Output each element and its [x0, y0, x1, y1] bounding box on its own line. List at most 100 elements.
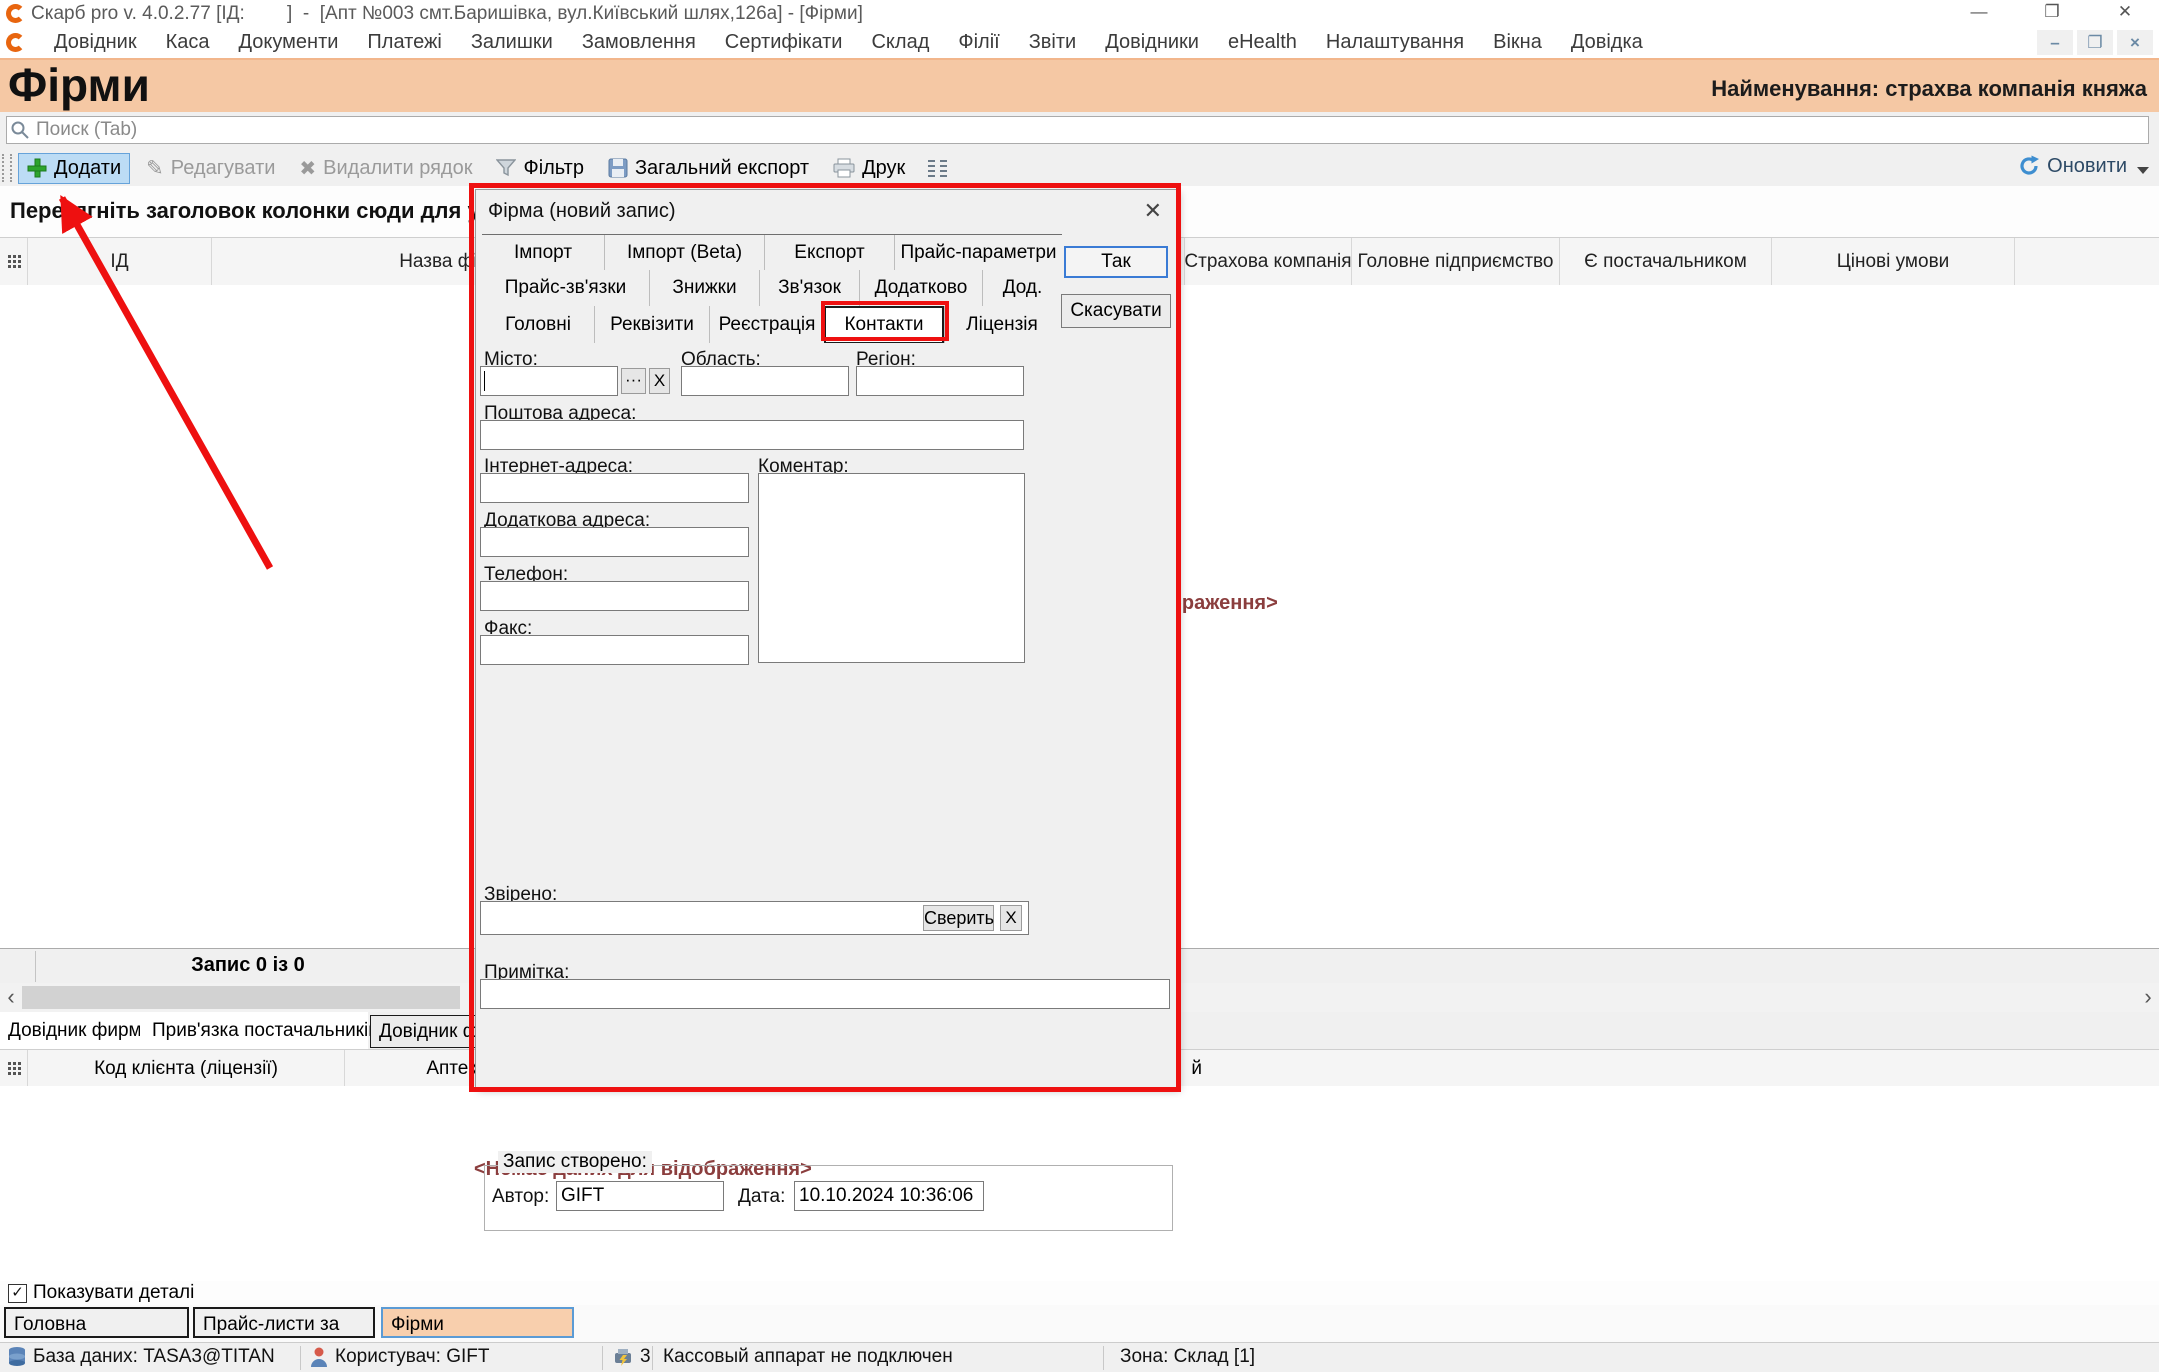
- column-header-price-terms[interactable]: Цінові умови: [1772, 238, 2015, 286]
- menu-dovidnyk[interactable]: Довідник: [54, 31, 137, 54]
- tab-dovidnyk-fir[interactable]: Довідник фір: [370, 1015, 488, 1048]
- show-details-checkbox[interactable]: ✓: [8, 1284, 27, 1303]
- postal-address-input[interactable]: [480, 420, 1024, 450]
- window-tab-holovna[interactable]: Головна: [4, 1307, 189, 1338]
- edit-button[interactable]: ✎ Редагувати: [138, 153, 283, 184]
- city-clear-button[interactable]: X: [649, 368, 670, 394]
- menu-sertyfikaty[interactable]: Сертифікати: [725, 31, 843, 54]
- restore-icon[interactable]: ❐: [2035, 2, 2069, 22]
- close-icon[interactable]: ✕: [2108, 2, 2142, 22]
- tab-price-params[interactable]: Прайс-параметри: [894, 235, 1062, 271]
- menu-ehealth[interactable]: eHealth: [1228, 31, 1297, 54]
- tab-rekvizyty[interactable]: Реквізити: [594, 306, 709, 344]
- column-header-insurance[interactable]: Страхова компанія: [1185, 238, 1352, 286]
- search-input[interactable]: [34, 118, 2148, 142]
- cancel-button[interactable]: Скасувати: [1061, 294, 1171, 328]
- tab-connection[interactable]: Зв'язок: [759, 270, 859, 306]
- grid-corner-cell[interactable]: [0, 238, 28, 286]
- verify-button[interactable]: Сверить: [923, 905, 994, 931]
- mdi-minimize-icon[interactable]: –: [2037, 30, 2073, 55]
- menu-zamovlennya[interactable]: Замовлення: [582, 31, 696, 54]
- note-input[interactable]: [480, 979, 1170, 1009]
- phone-input[interactable]: [480, 581, 749, 611]
- oblast-input[interactable]: [681, 366, 849, 396]
- add-button[interactable]: Додати: [18, 153, 130, 184]
- mdi-close-icon[interactable]: ×: [2117, 30, 2153, 55]
- menu-dovidnyky[interactable]: Довідники: [1105, 31, 1199, 54]
- show-details-row: ✓ Показувати деталі: [0, 1281, 2159, 1305]
- menu-nalashtuvannya[interactable]: Налаштування: [1326, 31, 1464, 54]
- menu-dovidka[interactable]: Довідка: [1571, 31, 1643, 54]
- minimize-icon[interactable]: —: [1962, 2, 1996, 22]
- edit-button-label: Редагувати: [171, 157, 276, 180]
- tab-dovidnyk-firm[interactable]: Довідник фирм.: [0, 1012, 140, 1049]
- scroll-left-icon[interactable]: ‹: [0, 983, 22, 1012]
- detail-grid-corner-cell[interactable]: [0, 1050, 28, 1087]
- tab-import-beta[interactable]: Імпорт (Beta): [604, 235, 764, 271]
- comment-textarea[interactable]: [758, 473, 1025, 663]
- tab-import[interactable]: Імпорт: [482, 235, 604, 271]
- region-input[interactable]: [856, 366, 1024, 396]
- page-header: Фірми Найменування: страхва компанія кня…: [0, 58, 2159, 114]
- menu-zvity[interactable]: Звіти: [1029, 31, 1076, 54]
- tab-additional[interactable]: Додатково: [859, 270, 982, 306]
- contacts-tab-panel: Місто: ··· X Область: Регіон: Поштова ад…: [476, 343, 1176, 1089]
- tab-price-links[interactable]: Прайс-зв'язки: [482, 270, 649, 306]
- menu-zalyshky[interactable]: Залишки: [471, 31, 553, 54]
- menu-vikna[interactable]: Вікна: [1493, 31, 1542, 54]
- status-separator: [652, 1346, 653, 1370]
- extra-address-input[interactable]: [480, 527, 749, 557]
- tab-kontakty[interactable]: Контакти: [824, 306, 944, 344]
- tab-suppliers-binding[interactable]: Прив'язка постачальників: [140, 1012, 368, 1049]
- menu-dokumenty[interactable]: Документи: [239, 31, 339, 54]
- author-input[interactable]: [556, 1181, 724, 1211]
- column-header-client-code[interactable]: Код клієнта (ліцензії): [28, 1050, 345, 1087]
- window-title: Скарб pro v. 4.0.2.77 [ІД: ] - [Апт №003…: [31, 3, 863, 25]
- menu-kasa[interactable]: Каса: [166, 31, 210, 54]
- dialog-tab-row-1: Імпорт Імпорт (Beta) Експорт Прайс-парам…: [482, 234, 1062, 272]
- column-header-is-supplier[interactable]: Є постачальником: [1560, 238, 1772, 286]
- columns-icon[interactable]: [925, 158, 951, 178]
- column-header-empty[interactable]: [2015, 238, 2159, 286]
- tab-litsenziya[interactable]: Ліцензія: [944, 306, 1059, 344]
- window-tab-price-lists[interactable]: Прайс-листи за рівн ...: [193, 1307, 375, 1338]
- refresh-button[interactable]: Оновити: [2017, 154, 2149, 178]
- verify-clear-button[interactable]: X: [1000, 905, 1022, 931]
- pencil-icon: ✎: [146, 156, 164, 181]
- mdi-restore-icon[interactable]: ❐: [2077, 30, 2113, 55]
- chevron-down-icon[interactable]: [2137, 167, 2149, 174]
- filter-button[interactable]: Фільтр: [488, 154, 591, 183]
- filter-funnel-icon: [496, 159, 516, 177]
- status-count-label: 3: [640, 1346, 651, 1368]
- city-input[interactable]: [480, 366, 618, 396]
- status-separator: [300, 1346, 301, 1370]
- internet-address-input[interactable]: [480, 473, 749, 503]
- tab-reyestratsiya[interactable]: Реєстрація: [709, 306, 824, 344]
- tab-export[interactable]: Експорт: [764, 235, 894, 271]
- menu-filii[interactable]: Філії: [958, 31, 999, 54]
- dialog-close-icon[interactable]: ✕: [1144, 198, 1162, 224]
- date-input[interactable]: [794, 1181, 984, 1211]
- dialog-title: Фірма (новий запис): [488, 200, 676, 223]
- menu-platezhi[interactable]: Платежі: [367, 31, 441, 54]
- database-icon: [8, 1346, 26, 1368]
- column-header-main-enterprise[interactable]: Головне підприємство: [1352, 238, 1560, 286]
- ok-button[interactable]: Так: [1064, 246, 1168, 278]
- toolbar-grip[interactable]: [2, 154, 12, 182]
- print-button[interactable]: Друк: [825, 154, 913, 183]
- search-box[interactable]: [6, 116, 2149, 144]
- column-header-id[interactable]: ІД: [28, 238, 212, 286]
- delete-row-button[interactable]: ✖ Видалити рядок: [291, 153, 480, 184]
- menu-sklad[interactable]: Склад: [871, 31, 929, 54]
- fax-input[interactable]: [480, 635, 749, 665]
- window-tab-firmy[interactable]: Фірми: [381, 1307, 574, 1338]
- dialog-tab-row-3: Головні Реквізити Реєстрація Контакти Лі…: [482, 306, 1062, 345]
- scroll-right-icon[interactable]: ›: [2137, 983, 2159, 1012]
- text-caret: [484, 371, 485, 391]
- tab-dod[interactable]: Дод.: [982, 270, 1062, 306]
- export-button[interactable]: Загальний експорт: [600, 154, 817, 183]
- tab-discounts[interactable]: Знижки: [649, 270, 759, 306]
- city-browse-button[interactable]: ···: [621, 368, 646, 394]
- scrollbar-thumb[interactable]: [22, 986, 460, 1009]
- tab-holovni[interactable]: Головні: [482, 306, 594, 344]
